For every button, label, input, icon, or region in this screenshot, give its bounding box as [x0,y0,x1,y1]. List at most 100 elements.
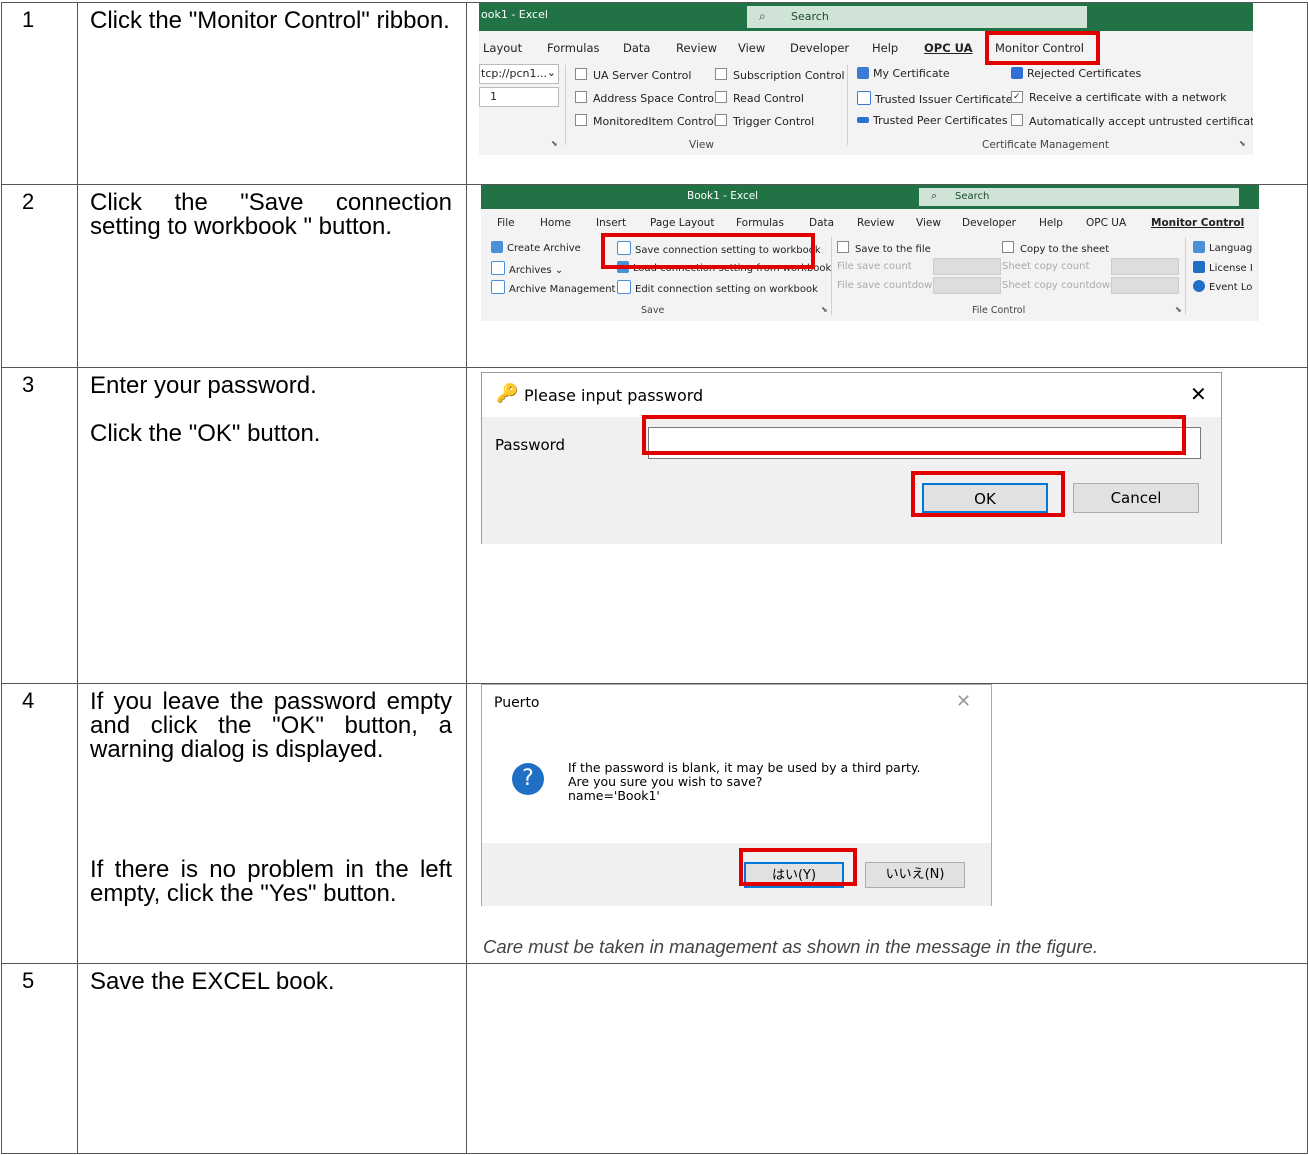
group-divider [847,65,848,145]
tab-opc-ua[interactable]: OPC UA [924,41,973,55]
tab-layout[interactable]: Layout [483,41,522,55]
highlight-ok-button [911,471,1065,517]
dialog-title: Puerto [494,695,540,711]
license-button[interactable]: License I [1193,261,1253,274]
rejected-certificates-button[interactable]: Rejected Certificates [1011,67,1141,80]
tab-insert[interactable]: Insert [596,217,626,229]
event-log-button[interactable]: Event Lo [1193,280,1252,293]
endpoint-combo[interactable]: tcp://pcn1... ⌄ [479,64,559,84]
chevron-down-icon: ⌄ [554,265,564,276]
step-number: 1 [1,2,78,185]
checkbox[interactable] [837,241,849,253]
dialog-launcher-icon[interactable]: ⬊ [1175,305,1182,314]
message-line: name='Book1' [568,788,660,803]
check-trigger-control[interactable]: Trigger Control [715,114,814,128]
tab-formulas[interactable]: Formulas [736,217,784,229]
button-label: Archive Management [509,284,616,295]
search-box[interactable]: ⌕ Search [747,6,1087,28]
trusted-issuer-button[interactable]: Trusted Issuer Certificates [857,91,1018,106]
archive-icon [491,280,505,294]
excel-ribbon-screenshot: Book1 - Excel ⌕ Search File Home Insert … [481,185,1259,321]
step-row-2: 2 Click the "Save connection setting to … [1,184,1308,368]
step-number: 2 [1,184,78,368]
question-icon: ? [512,763,544,795]
excel-ribbon-screenshot: ook1 - Excel ⌕ Search Layout Formulas Da… [479,3,1253,155]
checkbox[interactable] [715,114,727,126]
tab-help[interactable]: Help [1039,217,1063,229]
archive-management-button[interactable]: Archive Management [491,280,615,295]
tab-review[interactable]: Review [857,217,894,229]
language-button[interactable]: Languag [1193,241,1252,254]
checkbox[interactable] [575,114,587,126]
step-description: If you leave the password empty and clic… [77,683,467,964]
archives-button[interactable]: Archives ⌄ [491,261,563,276]
check-label: Address Space Control [593,92,718,105]
check-copy-to-sheet[interactable]: Copy to the sheet [1002,241,1109,255]
dialog-launcher-icon[interactable]: ⬊ [821,305,828,314]
check-monitoreditem-control[interactable]: MonitoredItem Control [575,114,717,128]
tab-developer[interactable]: Developer [962,217,1016,229]
check-label: MonitoredItem Control [593,115,717,128]
button-label: License I [1209,263,1253,274]
check-save-to-file[interactable]: Save to the file [837,241,931,255]
close-icon[interactable]: ✕ [1190,382,1207,406]
check-read-control[interactable]: Read Control [715,91,804,105]
button-label: My Certificate [873,67,950,80]
search-label: Search [791,10,829,23]
figure-caption: Care must be taken in management as show… [483,936,1098,957]
check-subscription-control[interactable]: Subscription Control [715,68,845,82]
search-box[interactable]: ⌕ Search [919,188,1239,206]
checkbox[interactable] [1002,241,1014,253]
dialog-launcher-icon[interactable]: ⬊ [551,139,558,148]
checkbox[interactable] [575,91,587,103]
tab-page-layout[interactable]: Page Layout [650,217,714,229]
tab-home[interactable]: Home [540,217,571,229]
button-label: Edit connection setting on workbook [635,284,818,295]
tab-file[interactable]: File [497,217,515,229]
step-row-1: 1 Click the "Monitor Control" ribbon. oo… [1,2,1308,185]
info-icon [1193,280,1205,292]
checkbox-checked[interactable] [1011,91,1023,103]
check-receive-certificate[interactable]: Receive a certificate with a network [1011,91,1227,104]
step-figure: ook1 - Excel ⌕ Search Layout Formulas Da… [466,2,1308,185]
trusted-peer-button[interactable]: Trusted Peer Certificates [857,114,1008,127]
chevron-down-icon: ⌄ [546,66,556,79]
dialog-launcher-icon[interactable]: ⬊ [1239,139,1246,148]
check-label: Save to the file [855,244,931,255]
tab-data[interactable]: Data [623,41,650,55]
button-label: Archives [509,265,552,276]
tab-developer[interactable]: Developer [790,41,849,55]
check-label: UA Server Control [593,69,692,82]
archive-icon [491,261,505,275]
checkbox[interactable] [715,91,727,103]
check-ua-server-control[interactable]: UA Server Control [575,68,691,82]
group-label-file-control: File Control [972,305,1026,316]
tab-monitor-control[interactable]: Monitor Control [1151,217,1244,229]
check-address-space-control[interactable]: Address Space Control [575,91,717,105]
no-button[interactable]: いいえ(N) [865,862,965,888]
check-auto-accept[interactable]: Automatically accept untrusted certifica… [1011,114,1253,128]
excel-title-bar: Book1 - Excel ⌕ Search [481,185,1259,209]
checkbox[interactable] [1011,114,1023,126]
step-figure: Puerto ✕ ? If the password is blank, it … [466,683,1308,964]
tab-data[interactable]: Data [809,217,834,229]
file-save-countdown-label: File save countdown [837,280,939,291]
cancel-button[interactable]: Cancel [1073,483,1199,513]
number-field[interactable]: 1 [479,87,559,107]
button-label: Event Lo [1209,282,1253,293]
tab-view[interactable]: View [738,41,765,55]
my-certificate-button[interactable]: My Certificate [857,67,950,80]
checkbox[interactable] [715,68,727,80]
step-number: 4 [1,683,78,964]
edit-connection-setting-button[interactable]: Edit connection setting on workbook [617,280,818,295]
tab-formulas[interactable]: Formulas [547,41,600,55]
checkbox[interactable] [575,68,587,80]
create-archive-button[interactable]: Create Archive [491,241,581,254]
close-icon[interactable]: ✕ [956,691,971,712]
step-text: If there is no problem in the left empty… [90,856,452,907]
tab-view[interactable]: View [916,217,941,229]
tab-review[interactable]: Review [676,41,717,55]
tab-help[interactable]: Help [872,41,898,55]
tab-opc-ua[interactable]: OPC UA [1086,217,1126,229]
edit-icon [617,280,631,294]
